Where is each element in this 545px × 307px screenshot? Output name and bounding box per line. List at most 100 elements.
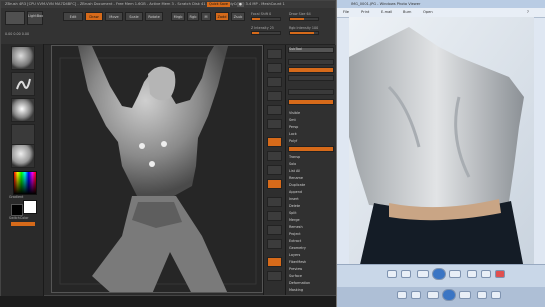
previous-icon[interactable] xyxy=(417,270,429,278)
menu-print[interactable]: Print xyxy=(361,10,369,14)
tray-item[interactable]: Delete xyxy=(289,204,300,208)
frame-button[interactable] xyxy=(267,197,282,207)
focal-shift-slider[interactable] xyxy=(251,17,281,21)
rgb-intensity-slider[interactable] xyxy=(289,31,319,35)
m-button[interactable]: M xyxy=(201,12,211,21)
tray-box[interactable] xyxy=(288,59,334,65)
tray-item[interactable]: Merge xyxy=(289,218,300,222)
fit-icon[interactable] xyxy=(411,291,421,299)
alternate-button[interactable] xyxy=(11,222,35,226)
mrgb-button[interactable]: Mrgb xyxy=(171,12,185,21)
quick-save-button[interactable]: Quick Save xyxy=(207,2,230,7)
tray-item[interactable]: Masking xyxy=(289,288,303,292)
polyf-button[interactable] xyxy=(267,257,282,267)
photo-viewer-title-bar: IMG_0001.JPG - Windows Photo Viewer xyxy=(337,0,545,8)
zoom-icon[interactable] xyxy=(387,270,397,278)
stroke-icon[interactable] xyxy=(11,72,35,96)
tray-item[interactable]: Rename xyxy=(289,176,303,180)
zadd-button[interactable]: Zadd xyxy=(215,12,229,21)
zoom-icon[interactable] xyxy=(397,291,407,299)
local-button[interactable] xyxy=(267,165,282,175)
tray-box[interactable] xyxy=(288,89,334,95)
tray-item[interactable]: Surface xyxy=(289,274,302,278)
document-canvas[interactable] xyxy=(51,45,263,293)
rotate-view-button[interactable] xyxy=(267,239,282,249)
main-color-swatch[interactable] xyxy=(23,200,37,214)
tray-item[interactable]: Geometry xyxy=(289,246,306,250)
tray-item[interactable]: Preview xyxy=(289,267,302,271)
tray-item[interactable]: FiberMesh xyxy=(289,260,306,264)
brush-icon[interactable] xyxy=(11,46,35,70)
tray-item[interactable]: Transp xyxy=(289,155,300,159)
tray-item[interactable]: Lock xyxy=(289,132,297,136)
tray-item[interactable]: Smt xyxy=(289,118,296,122)
zsub-button[interactable]: Zsub xyxy=(231,12,245,21)
menu-open[interactable]: Open xyxy=(423,10,433,14)
photo-image xyxy=(349,17,534,269)
aahalf-button[interactable] xyxy=(267,119,282,129)
right-shelf xyxy=(263,45,286,295)
alpha-icon[interactable] xyxy=(11,98,35,122)
rotate-right-icon[interactable] xyxy=(481,270,491,278)
menu-burn[interactable]: Burn xyxy=(403,10,411,14)
tray-item[interactable]: Split xyxy=(289,211,297,215)
menu-email[interactable]: E-mail xyxy=(381,10,392,14)
persp-button[interactable] xyxy=(267,137,282,147)
delete-icon[interactable] xyxy=(495,270,505,278)
spix-button[interactable] xyxy=(267,63,282,73)
draw-button[interactable]: Draw xyxy=(85,12,103,21)
tray-item[interactable]: List All xyxy=(289,169,300,173)
rgb-button[interactable]: Rgb xyxy=(187,12,199,21)
next-icon[interactable] xyxy=(459,291,471,299)
zoom-button[interactable] xyxy=(267,91,282,101)
actual-button[interactable] xyxy=(267,105,282,115)
projection-master-button[interactable] xyxy=(5,11,25,25)
tray-item[interactable]: Solo xyxy=(289,162,296,166)
bpr-button[interactable] xyxy=(267,49,282,59)
tray-box[interactable] xyxy=(288,75,334,81)
tray-item[interactable]: Deformation xyxy=(289,281,310,285)
play-slideshow-icon[interactable] xyxy=(442,289,456,301)
tray-item[interactable]: Layers xyxy=(289,253,300,257)
lightbox-button[interactable]: LightBox xyxy=(27,11,43,25)
menu-item[interactable]: ● xyxy=(237,2,244,7)
rotate-button[interactable]: Rotate xyxy=(145,12,163,21)
tray-item[interactable]: Duplicate xyxy=(289,183,305,187)
rotate-left-icon[interactable] xyxy=(477,291,487,299)
move-button[interactable]: Move xyxy=(105,12,123,21)
scale-view-button[interactable] xyxy=(267,225,282,235)
move-view-button[interactable] xyxy=(267,211,282,221)
switch-color-label[interactable]: SwitchColor xyxy=(9,216,29,220)
draw-size-slider[interactable] xyxy=(289,17,319,21)
color-picker[interactable] xyxy=(13,171,37,195)
rotate-left-icon[interactable] xyxy=(467,270,477,278)
help-icon[interactable]: ? xyxy=(527,10,529,14)
tray-item[interactable]: Insert xyxy=(289,197,299,201)
tray-item[interactable]: Extract xyxy=(289,239,301,243)
tray-item[interactable]: Persp xyxy=(289,125,298,129)
z-intensity-slider[interactable] xyxy=(251,31,281,35)
next-icon[interactable] xyxy=(449,270,461,278)
rotate-right-icon[interactable] xyxy=(491,291,501,299)
scroll-button[interactable] xyxy=(267,77,282,87)
rgb-intensity-label: Rgb Intensity 100 xyxy=(289,26,319,30)
transp-button[interactable] xyxy=(267,271,282,281)
fit-icon[interactable] xyxy=(401,270,411,278)
xyz-button[interactable] xyxy=(267,179,282,189)
tray-item[interactable]: Visible xyxy=(289,111,300,115)
tray-item[interactable]: Remesh xyxy=(289,225,303,229)
menu-file[interactable]: File xyxy=(343,10,349,14)
floor-button[interactable] xyxy=(267,151,282,161)
tray-item[interactable]: Polyf xyxy=(289,139,297,143)
tray-box-active[interactable] xyxy=(288,67,334,73)
secondary-color-swatch[interactable] xyxy=(11,204,23,216)
tray-box-active[interactable] xyxy=(288,99,334,105)
tray-box-active[interactable] xyxy=(288,146,334,152)
edit-button[interactable]: Edit xyxy=(63,12,83,21)
previous-icon[interactable] xyxy=(427,291,439,299)
scale-button[interactable]: Scale xyxy=(125,12,143,21)
tray-item[interactable]: Append xyxy=(289,190,302,194)
material-icon[interactable] xyxy=(11,144,35,168)
play-slideshow-icon[interactable] xyxy=(432,268,446,280)
tray-item[interactable]: Project xyxy=(289,232,301,236)
